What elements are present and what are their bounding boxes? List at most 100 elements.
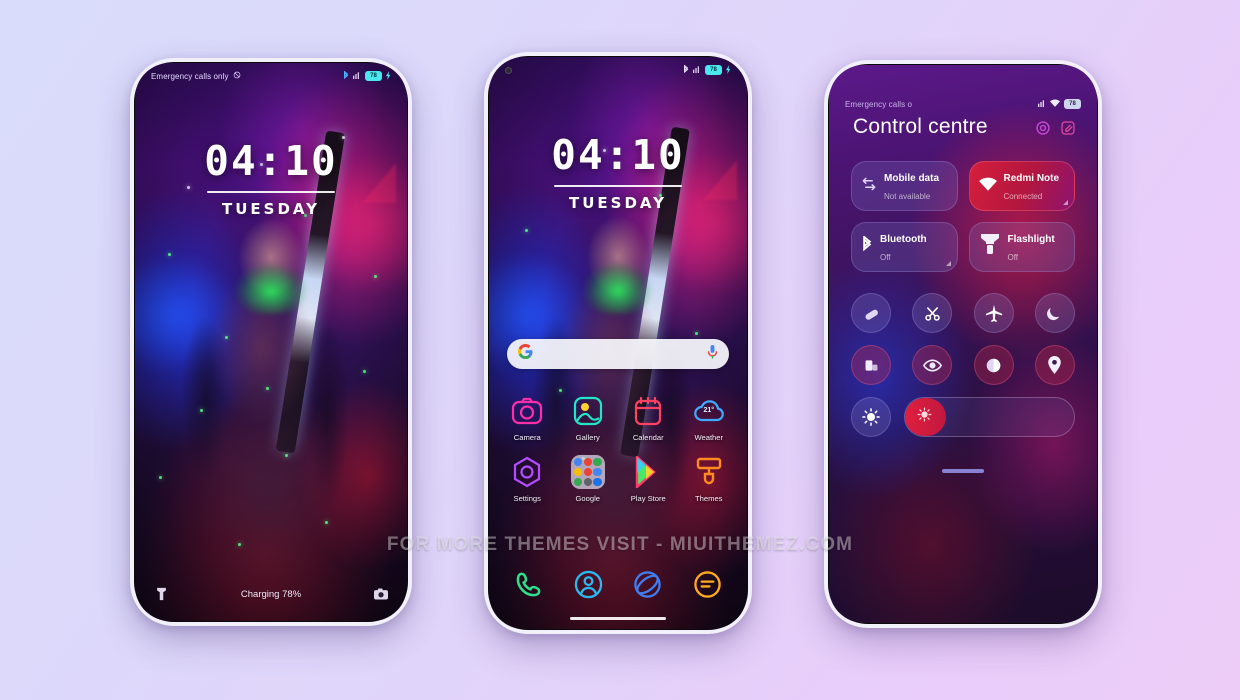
- browser-icon[interactable]: [631, 568, 664, 601]
- app-settings[interactable]: Settings: [500, 455, 554, 503]
- airplane-icon[interactable]: [973, 293, 1014, 333]
- panel-drag-handle[interactable]: [942, 469, 984, 473]
- tile-title: Mobile data: [884, 173, 940, 184]
- app-google-folder[interactable]: Google: [561, 455, 615, 503]
- microphone-icon[interactable]: [707, 344, 718, 364]
- clock-time: 04:10: [551, 131, 685, 179]
- app-calendar[interactable]: Calendar: [621, 394, 675, 442]
- lockscreen-statusbar: Emergency calls only 78: [135, 63, 407, 89]
- clock-time: 04:10: [204, 137, 338, 185]
- app-label: Play Store: [630, 494, 666, 503]
- tile-bluetooth[interactable]: Bluetooth Off: [851, 222, 958, 272]
- bluetooth-icon: [683, 63, 689, 76]
- tile-title: Redmi Note: [1003, 173, 1060, 184]
- tile-wifi[interactable]: Redmi Note Connected: [968, 161, 1075, 211]
- moon-icon[interactable]: [1034, 293, 1075, 333]
- mobile-data-icon: [861, 176, 877, 197]
- eraser-icon[interactable]: [851, 293, 891, 333]
- wifi-icon: [1050, 99, 1060, 109]
- toggle-row-2: [851, 345, 1075, 385]
- brightness-slider[interactable]: [904, 397, 1075, 437]
- tile-subtitle: Off: [1007, 253, 1019, 262]
- contacts-icon[interactable]: [572, 568, 605, 601]
- tile-expand-corner[interactable]: [1063, 200, 1068, 205]
- quick-tiles: Mobile data Not available Redmi Note Con…: [851, 161, 1075, 283]
- calendar-icon: [631, 394, 665, 428]
- lockscreen-clock-widget[interactable]: 04:10 TUESDAY: [135, 137, 407, 219]
- tile-subtitle: Off: [880, 253, 891, 262]
- clock-day: TUESDAY: [569, 194, 667, 212]
- settings-icon: [510, 455, 544, 489]
- clock-day: TUESDAY: [222, 200, 320, 218]
- app-gallery[interactable]: Gallery: [561, 394, 615, 442]
- control-centre-screen[interactable]: Emergency calls o 78 Control centre Mobi…: [829, 65, 1097, 623]
- tile-title: Bluetooth: [880, 234, 927, 245]
- toggle-grid: [851, 293, 1075, 449]
- tile-row-1: Mobile data Not available Redmi Note Con…: [851, 161, 1075, 211]
- app-themes[interactable]: Themes: [682, 455, 736, 503]
- homescreen-clock-widget[interactable]: 04:10 TUESDAY: [489, 131, 747, 213]
- settings-icon[interactable]: [1036, 121, 1050, 140]
- contrast-icon[interactable]: [973, 345, 1014, 385]
- brightness-icon: [917, 407, 932, 427]
- lockscreen-bottom-bar: Charging 78%: [135, 577, 407, 611]
- charging-bolt-icon: [386, 70, 391, 82]
- flashlight-bulb-icon: [979, 232, 1001, 263]
- messages-icon[interactable]: [691, 568, 724, 601]
- weather-icon: 21°: [692, 394, 726, 428]
- carrier-label: Emergency calls o: [845, 99, 913, 109]
- wifi-icon: [978, 177, 997, 196]
- signal-icon: [693, 65, 701, 75]
- app-label: Themes: [695, 494, 723, 503]
- themes-icon: [692, 455, 726, 489]
- google-search-bar[interactable]: [507, 339, 729, 369]
- app-grid: Camera Gallery Calendar 21° Weather Sett…: [497, 394, 739, 516]
- app-label: Weather: [694, 433, 724, 442]
- battery-indicator: 78: [1064, 99, 1081, 109]
- page-title: Control centre: [853, 115, 988, 138]
- gallery-icon: [571, 394, 605, 428]
- app-play-store[interactable]: Play Store: [621, 455, 675, 503]
- clock-divider: [207, 191, 335, 193]
- auto-brightness-icon[interactable]: [851, 397, 891, 437]
- lockscreen-screen[interactable]: Emergency calls only 78 04:10 TUESDAY Ch…: [135, 63, 407, 621]
- tile-row-2: Bluetooth Off Flashlight Off: [851, 222, 1075, 272]
- dock: [499, 568, 737, 601]
- phone-homescreen: 78 04:10 TUESDAY Camera Gallery Calendar…: [484, 52, 752, 634]
- battery-indicator: 78: [705, 65, 722, 75]
- tile-subtitle: Not available: [884, 192, 931, 201]
- bluetooth-icon: [343, 69, 349, 82]
- camera-notch-icon: [505, 66, 512, 74]
- tile-mobile-data[interactable]: Mobile data Not available: [851, 161, 958, 211]
- eye-icon[interactable]: [912, 345, 953, 385]
- phone-icon[interactable]: [512, 568, 545, 601]
- scissors-icon[interactable]: [912, 293, 953, 333]
- navigation-handle[interactable]: [570, 616, 666, 620]
- tile-expand-corner[interactable]: [945, 261, 951, 266]
- charging-status-label: Charging 78%: [240, 588, 302, 600]
- clock-divider: [554, 185, 682, 187]
- app-weather[interactable]: 21° Weather: [682, 394, 736, 442]
- cast-icon[interactable]: [851, 345, 891, 385]
- app-camera[interactable]: Camera: [500, 394, 554, 442]
- tile-flashlight[interactable]: Flashlight Off: [968, 222, 1075, 272]
- bluetooth-icon: [861, 234, 873, 258]
- control-centre-actions: [1036, 121, 1075, 140]
- tile-title: Flashlight: [1007, 234, 1055, 245]
- tile-subtitle: Connected: [1003, 192, 1043, 201]
- toggle-row-1: [851, 293, 1075, 333]
- google-g-icon: [518, 344, 533, 364]
- app-label: Calendar: [632, 433, 664, 442]
- camera-icon: [510, 394, 544, 428]
- phone-control-centre: Emergency calls o 78 Control centre Mobi…: [824, 60, 1102, 628]
- mute-icon: [233, 71, 241, 81]
- edit-icon[interactable]: [1061, 121, 1075, 140]
- signal-icon: [1038, 99, 1046, 109]
- phone-lockscreen: Emergency calls only 78 04:10 TUESDAY Ch…: [130, 58, 412, 626]
- signal-icon: [353, 71, 361, 81]
- brightness-row: [851, 397, 1075, 437]
- homescreen-screen[interactable]: 78 04:10 TUESDAY Camera Gallery Calendar…: [489, 57, 747, 629]
- app-label: Gallery: [575, 433, 600, 442]
- app-label: Settings: [513, 494, 541, 503]
- location-icon[interactable]: [1034, 345, 1075, 385]
